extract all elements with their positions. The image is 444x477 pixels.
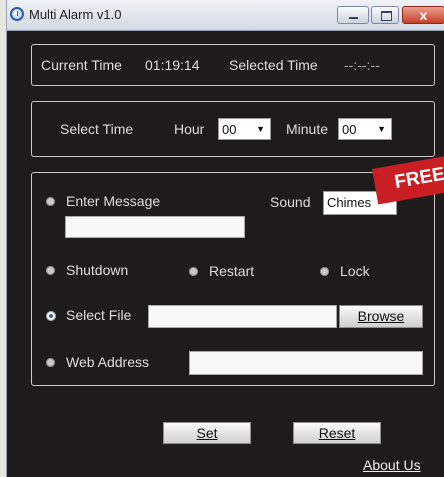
web-address-input[interactable]: [189, 351, 423, 375]
web-address-label: Web Address: [66, 354, 150, 370]
minute-value: 00: [342, 122, 357, 137]
hour-dropdown[interactable]: 00 ▼: [218, 118, 271, 140]
set-button[interactable]: Set: [163, 422, 251, 444]
lock-radio[interactable]: [320, 267, 329, 276]
select-file-radio[interactable]: [46, 311, 56, 321]
sound-value: Chimes: [327, 195, 372, 210]
minute-label: Minute: [286, 121, 329, 137]
current-time-value: 01:19:14: [145, 57, 200, 73]
title-bar[interactable]: Multi Alarm v1.0 x: [7, 0, 444, 31]
current-time-label: Current Time: [41, 57, 122, 73]
enter-message-label: Enter Message: [66, 193, 161, 209]
maximize-button[interactable]: [371, 6, 399, 24]
browse-button[interactable]: Browse: [339, 305, 423, 328]
time-status-panel: Current Time 01:19:14 Selected Time --:-…: [31, 44, 435, 86]
message-input[interactable]: [65, 216, 245, 238]
select-time-panel: Select Time Hour 00 ▼ Minute 00 ▼: [31, 101, 435, 157]
alarm-options-panel: Enter Message Sound Chimes Shutdown Rest…: [31, 172, 435, 386]
lock-label: Lock: [340, 263, 370, 279]
selected-time-label: Selected Time: [229, 57, 318, 73]
shutdown-label: Shutdown: [66, 262, 129, 278]
select-time-label: Select Time: [60, 121, 134, 137]
select-file-label: Select File: [66, 307, 132, 323]
sound-label: Sound: [270, 194, 311, 210]
hour-value: 00: [222, 122, 237, 137]
restart-label: Restart: [209, 263, 255, 279]
window-title: Multi Alarm v1.0: [29, 7, 122, 22]
minute-dropdown[interactable]: 00 ▼: [338, 118, 392, 140]
alarm-clock-icon: [10, 7, 24, 21]
hour-label: Hour: [174, 121, 205, 137]
minimize-button[interactable]: [337, 6, 369, 24]
app-window: Multi Alarm v1.0 x Current Time 01:19:14…: [6, 0, 444, 477]
dropdown-arrow-icon: ▼: [256, 124, 265, 134]
enter-message-radio[interactable]: [46, 197, 55, 206]
file-path-input[interactable]: [148, 305, 337, 328]
reset-button[interactable]: Reset: [293, 422, 381, 444]
restart-radio[interactable]: [189, 267, 198, 276]
about-us-link[interactable]: About Us: [363, 457, 421, 473]
shutdown-radio[interactable]: [46, 266, 55, 275]
web-address-radio[interactable]: [46, 358, 55, 367]
dropdown-arrow-icon: ▼: [377, 124, 386, 134]
selected-time-value: --:--:--: [344, 57, 380, 73]
close-button[interactable]: x: [402, 6, 444, 24]
